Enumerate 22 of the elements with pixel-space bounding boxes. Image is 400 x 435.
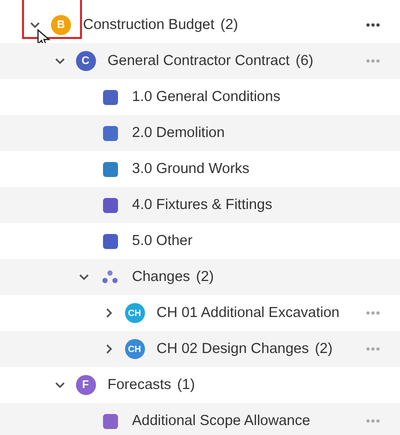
item-count: (2) [220,17,238,33]
tree-item-label[interactable]: 4.0 Fixtures & Fittings [132,197,272,213]
tree-item-label[interactable]: CH 01 Additional Excavation [156,305,340,321]
tree-item-label[interactable]: Forecasts [108,377,172,393]
tree-item-label[interactable]: General Contractor Contract [108,53,290,69]
item-count: (1) [177,377,195,393]
tree-item-label[interactable]: 5.0 Other [132,233,192,249]
initial-badge: B [51,15,71,35]
tree-item-label[interactable]: Changes [132,269,190,285]
initial-badge: CH [124,303,144,323]
initial-badge: F [76,375,96,395]
initial-badge: CH [124,339,144,359]
item-count: (6) [296,53,314,69]
tree-item-label[interactable]: 3.0 Ground Works [132,161,250,177]
tree-item-label[interactable]: Construction Budget [83,17,214,33]
tree-item-label[interactable]: CH 02 Design Changes [156,341,309,357]
item-count: (2) [196,269,214,285]
tree-item-label[interactable]: 1.0 General Conditions [132,89,280,105]
more-icon[interactable] [366,23,380,27]
item-count: (2) [314,341,333,357]
initial-badge: C [76,51,96,71]
tree-item-label[interactable]: 2.0 Demolition [132,125,225,141]
